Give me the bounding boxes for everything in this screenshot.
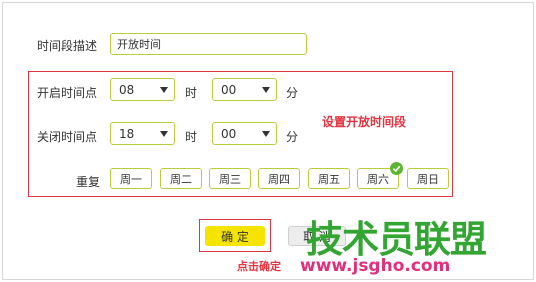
hour-unit-label: 时 bbox=[185, 130, 198, 144]
day-toggle-tue[interactable]: 周二 bbox=[160, 168, 202, 189]
ok-button[interactable]: 确 定 bbox=[205, 226, 265, 246]
end-hour-value: 18 bbox=[119, 126, 135, 141]
day-toggle-sun[interactable]: 周日 bbox=[407, 168, 449, 189]
day-toggle-mon[interactable]: 周一 bbox=[110, 168, 152, 189]
watermark-url: www.jsgho.com bbox=[300, 256, 451, 276]
start-minute-select[interactable]: 00 bbox=[212, 78, 277, 101]
click-ok-note: 点击确定 bbox=[237, 260, 281, 273]
description-label: 时间段描述 bbox=[37, 39, 98, 53]
repeat-label: 重复 bbox=[76, 175, 101, 189]
start-time-label: 开启时间点 bbox=[37, 86, 98, 100]
hour-unit-label: 时 bbox=[185, 86, 198, 100]
start-minute-value: 00 bbox=[221, 82, 237, 97]
end-time-label: 关闭时间点 bbox=[37, 130, 98, 144]
watermark-logo: 技术员联盟 bbox=[306, 218, 487, 261]
end-hour-select[interactable]: 18 bbox=[110, 122, 175, 145]
minute-unit-label: 分 bbox=[286, 86, 299, 100]
minute-unit-label: 分 bbox=[286, 130, 299, 144]
day-toggle-fri[interactable]: 周五 bbox=[308, 168, 350, 189]
end-minute-value: 00 bbox=[221, 126, 237, 141]
chevron-down-icon bbox=[160, 131, 168, 137]
description-input[interactable]: 开放时间 bbox=[110, 33, 307, 55]
chevron-down-icon bbox=[160, 87, 168, 93]
start-hour-value: 08 bbox=[119, 82, 135, 97]
chevron-down-icon bbox=[262, 87, 270, 93]
day-toggle-thu[interactable]: 周四 bbox=[258, 168, 300, 189]
start-hour-select[interactable]: 08 bbox=[110, 78, 175, 101]
end-minute-select[interactable]: 00 bbox=[212, 122, 277, 145]
check-icon bbox=[390, 162, 403, 175]
chevron-down-icon bbox=[262, 131, 270, 137]
set-time-note: 设置开放时间段 bbox=[322, 115, 407, 129]
day-toggle-wed[interactable]: 周三 bbox=[209, 168, 251, 189]
